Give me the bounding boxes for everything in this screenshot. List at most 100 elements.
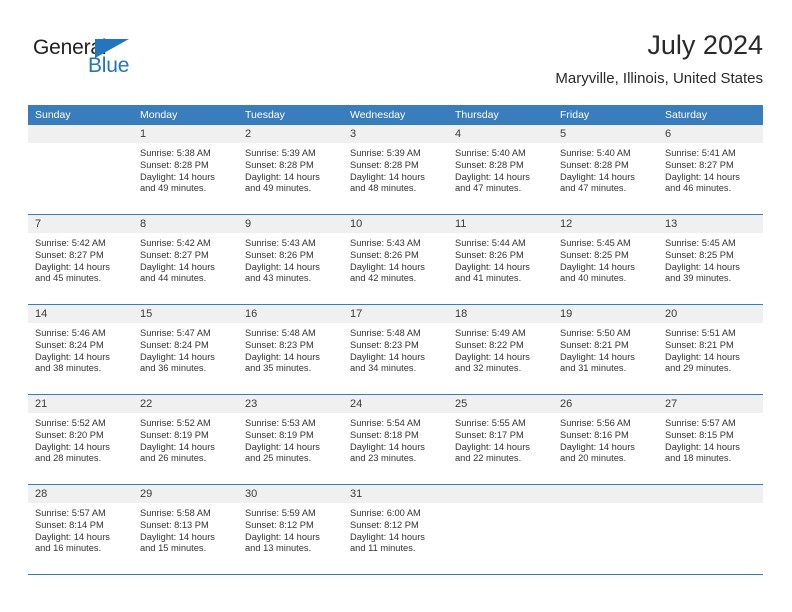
daylight-text-line1: Daylight: 14 hours bbox=[665, 441, 740, 452]
calendar-day-cell[interactable]: 19 Sunrise: 5:50 AM Sunset: 8:21 PM Dayligh… bbox=[553, 305, 658, 394]
sunrise-text: Sunrise: 5:54 AM bbox=[350, 418, 421, 428]
daylight-text-line2: and 22 minutes. bbox=[455, 453, 522, 464]
daylight-text-line1: Daylight: 14 hours bbox=[350, 171, 425, 182]
calendar-day-cell[interactable]: 12 Sunrise: 5:45 AM Sunset: 8:25 PM Dayligh… bbox=[553, 215, 658, 304]
calendar-day-cell[interactable]: 18 Sunrise: 5:49 AM Sunset: 8:22 PM Dayligh… bbox=[448, 305, 553, 394]
calendar-day-cell[interactable]: 25 Sunrise: 5:55 AM Sunset: 8:17 PM Dayligh… bbox=[448, 395, 553, 484]
day-number-band: 18 bbox=[448, 305, 553, 323]
calendar-day-cell[interactable]: 16 Sunrise: 5:48 AM Sunset: 8:23 PM Dayligh… bbox=[238, 305, 343, 394]
day-sun-info: Sunrise: 5:45 AM Sunset: 8:25 PM Daylight:… bbox=[553, 233, 658, 285]
calendar-day-cell[interactable]: 24 Sunrise: 5:54 AM Sunset: 8:18 PM Dayligh… bbox=[343, 395, 448, 484]
calendar-day-cell[interactable]: 29 Sunrise: 5:58 AM Sunset: 8:13 PM Dayligh… bbox=[133, 485, 238, 574]
day-sun-info: Sunrise: 5:43 AM Sunset: 8:26 PM Daylight:… bbox=[343, 233, 448, 285]
daylight-text-line1: Daylight: 14 hours bbox=[455, 171, 530, 182]
calendar-day-cell[interactable]: 23 Sunrise: 5:53 AM Sunset: 8:19 PM Dayligh… bbox=[238, 395, 343, 484]
calendar-day-cell[interactable]: 22 Sunrise: 5:52 AM Sunset: 8:19 PM Dayligh… bbox=[133, 395, 238, 484]
calendar-day-cell[interactable]: 10 Sunrise: 5:43 AM Sunset: 8:26 PM Dayligh… bbox=[343, 215, 448, 304]
calendar-day-cell[interactable]: 31 Sunrise: 6:00 AM Sunset: 8:12 PM Dayligh… bbox=[343, 485, 448, 574]
sunrise-text: Sunrise: 5:59 AM bbox=[245, 508, 316, 518]
calendar-day-cell[interactable]: 1 Sunrise: 5:38 AM Sunset: 8:28 PM Daylight… bbox=[133, 125, 238, 214]
sunset-text: Sunset: 8:22 PM bbox=[455, 339, 524, 350]
sunset-text: Sunset: 8:28 PM bbox=[140, 159, 209, 170]
sunset-text: Sunset: 8:25 PM bbox=[560, 249, 629, 260]
daylight-text-line2: and 42 minutes. bbox=[350, 273, 417, 284]
day-number-band: 9 bbox=[238, 215, 343, 233]
sunrise-text: Sunrise: 5:42 AM bbox=[140, 238, 211, 248]
calendar-day-cell[interactable]: 11 Sunrise: 5:44 AM Sunset: 8:26 PM Dayligh… bbox=[448, 215, 553, 304]
calendar-day-cell[interactable]: 26 Sunrise: 5:56 AM Sunset: 8:16 PM Dayligh… bbox=[553, 395, 658, 484]
calendar-day-cell[interactable]: 4 Sunrise: 5:40 AM Sunset: 8:28 PM Daylight… bbox=[448, 125, 553, 214]
sunset-text: Sunset: 8:26 PM bbox=[245, 249, 314, 260]
sunset-text: Sunset: 8:12 PM bbox=[245, 519, 314, 530]
day-sun-info: Sunrise: 5:54 AM Sunset: 8:18 PM Daylight:… bbox=[343, 413, 448, 465]
daylight-text-line1: Daylight: 14 hours bbox=[245, 351, 320, 362]
calendar-day-cell[interactable]: 2 Sunrise: 5:39 AM Sunset: 8:28 PM Daylight… bbox=[238, 125, 343, 214]
calendar-day-cell[interactable]: 3 Sunrise: 5:39 AM Sunset: 8:28 PM Daylight… bbox=[343, 125, 448, 214]
calendar-day-cell[interactable]: 27 Sunrise: 5:57 AM Sunset: 8:15 PM Dayligh… bbox=[658, 395, 763, 484]
daylight-text-line2: and 48 minutes. bbox=[350, 183, 417, 194]
sunrise-text: Sunrise: 5:47 AM bbox=[140, 328, 211, 338]
sunset-text: Sunset: 8:13 PM bbox=[140, 519, 209, 530]
day-number-band: 5 bbox=[553, 125, 658, 143]
calendar-day-cell[interactable]: 21 Sunrise: 5:52 AM Sunset: 8:20 PM Dayligh… bbox=[28, 395, 133, 484]
calendar-day-cell[interactable]: 15 Sunrise: 5:47 AM Sunset: 8:24 PM Dayligh… bbox=[133, 305, 238, 394]
calendar-day-cell[interactable]: 28 Sunrise: 5:57 AM Sunset: 8:14 PM Dayligh… bbox=[28, 485, 133, 574]
calendar-page: General Blue July 2024 Maryville, Illino… bbox=[0, 0, 792, 612]
sunrise-text: Sunrise: 5:45 AM bbox=[560, 238, 631, 248]
sunrise-text: Sunrise: 5:49 AM bbox=[455, 328, 526, 338]
day-number-band: 4 bbox=[448, 125, 553, 143]
brand-logo[interactable]: General Blue bbox=[33, 36, 163, 84]
calendar-day-cell[interactable]: 30 Sunrise: 5:59 AM Sunset: 8:12 PM Dayligh… bbox=[238, 485, 343, 574]
daylight-text-line2: and 34 minutes. bbox=[350, 363, 417, 374]
daylight-text-line1: Daylight: 14 hours bbox=[35, 441, 110, 452]
calendar-day-cell[interactable]: 14 Sunrise: 5:46 AM Sunset: 8:24 PM Dayligh… bbox=[28, 305, 133, 394]
sunset-text: Sunset: 8:23 PM bbox=[245, 339, 314, 350]
calendar-week-row: 7 Sunrise: 5:42 AM Sunset: 8:27 PM Daylight… bbox=[28, 215, 763, 305]
calendar-day-cell[interactable]: 9 Sunrise: 5:43 AM Sunset: 8:26 PM Daylight… bbox=[238, 215, 343, 304]
day-number: 29 bbox=[140, 488, 153, 500]
daylight-text-line2: and 31 minutes. bbox=[560, 363, 627, 374]
daylight-text-line2: and 47 minutes. bbox=[455, 183, 522, 194]
calendar-day-cell[interactable]: 13 Sunrise: 5:45 AM Sunset: 8:25 PM Dayligh… bbox=[658, 215, 763, 304]
daylight-text-line1: Daylight: 14 hours bbox=[245, 261, 320, 272]
daylight-text-line2: and 47 minutes. bbox=[560, 183, 627, 194]
calendar-day-cell[interactable]: 5 Sunrise: 5:40 AM Sunset: 8:28 PM Daylight… bbox=[553, 125, 658, 214]
daylight-text-line2: and 35 minutes. bbox=[245, 363, 312, 374]
day-number: 14 bbox=[35, 308, 48, 320]
day-number: 13 bbox=[665, 218, 678, 230]
day-number: 26 bbox=[560, 398, 573, 410]
calendar-day-cell-empty bbox=[658, 485, 763, 574]
sunrise-text: Sunrise: 5:58 AM bbox=[140, 508, 211, 518]
day-number: 8 bbox=[140, 218, 147, 230]
calendar-day-cell[interactable]: 7 Sunrise: 5:42 AM Sunset: 8:27 PM Daylight… bbox=[28, 215, 133, 304]
calendar-week-row: 28 Sunrise: 5:57 AM Sunset: 8:14 PM Dayligh… bbox=[28, 485, 763, 575]
sunset-text: Sunset: 8:27 PM bbox=[35, 249, 104, 260]
daylight-text-line1: Daylight: 14 hours bbox=[35, 531, 110, 542]
day-sun-info: Sunrise: 5:42 AM Sunset: 8:27 PM Daylight:… bbox=[28, 233, 133, 285]
calendar-grid: Sunday Monday Tuesday Wednesday Thursday Frid… bbox=[28, 105, 763, 575]
daylight-text-line1: Daylight: 14 hours bbox=[560, 351, 635, 362]
sunrise-text: Sunrise: 5:40 AM bbox=[560, 148, 631, 158]
day-number-band: 12 bbox=[553, 215, 658, 233]
sunset-text: Sunset: 8:15 PM bbox=[665, 429, 734, 440]
sunrise-text: Sunrise: 5:53 AM bbox=[245, 418, 316, 428]
sunrise-text: Sunrise: 5:43 AM bbox=[245, 238, 316, 248]
day-of-week-thursday: Thursday bbox=[455, 109, 499, 121]
daylight-text-line2: and 43 minutes. bbox=[245, 273, 312, 284]
daylight-text-line1: Daylight: 14 hours bbox=[455, 441, 530, 452]
day-number: 5 bbox=[560, 128, 567, 140]
brand-name-blue: Blue bbox=[88, 54, 130, 77]
calendar-day-cell[interactable]: 8 Sunrise: 5:42 AM Sunset: 8:27 PM Daylight… bbox=[133, 215, 238, 304]
sunset-text: Sunset: 8:28 PM bbox=[350, 159, 419, 170]
sunset-text: Sunset: 8:14 PM bbox=[35, 519, 104, 530]
calendar-day-cell[interactable]: 20 Sunrise: 5:51 AM Sunset: 8:21 PM Dayligh… bbox=[658, 305, 763, 394]
sunset-text: Sunset: 8:23 PM bbox=[350, 339, 419, 350]
sunset-text: Sunset: 8:18 PM bbox=[350, 429, 419, 440]
calendar-day-cell[interactable]: 17 Sunrise: 5:48 AM Sunset: 8:23 PM Dayligh… bbox=[343, 305, 448, 394]
calendar-day-cell[interactable]: 6 Sunrise: 5:41 AM Sunset: 8:27 PM Daylight… bbox=[658, 125, 763, 214]
daylight-text-line2: and 39 minutes. bbox=[665, 273, 732, 284]
daylight-text-line1: Daylight: 14 hours bbox=[140, 261, 215, 272]
day-sun-info: Sunrise: 5:53 AM Sunset: 8:19 PM Daylight:… bbox=[238, 413, 343, 465]
day-number-band: 25 bbox=[448, 395, 553, 413]
sunrise-text: Sunrise: 5:40 AM bbox=[455, 148, 526, 158]
